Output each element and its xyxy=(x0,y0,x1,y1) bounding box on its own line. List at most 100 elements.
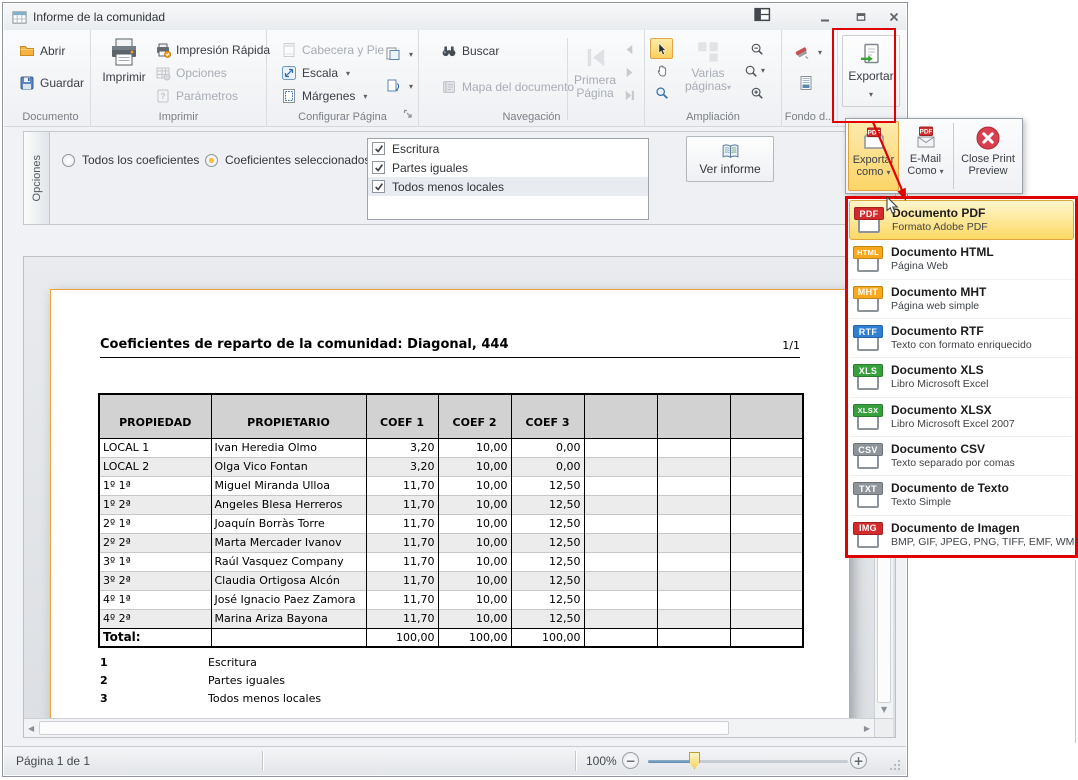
cell-coef: 11,70 xyxy=(366,476,438,495)
guardar-button[interactable]: Guardar xyxy=(17,74,86,92)
zoom-in-statusbar-button[interactable]: + xyxy=(850,752,867,769)
radio-icon[interactable] xyxy=(62,154,75,167)
zoom-select-tool-button[interactable] xyxy=(650,82,673,103)
export-menu-item-txt[interactable]: TXTDocumento de TextoTexto Simple xyxy=(849,476,1074,515)
email-como-button[interactable]: PDF E-Mail Como xyxy=(900,121,951,191)
opciones-button[interactable]: Opciones xyxy=(153,64,229,82)
printer-icon xyxy=(108,36,140,68)
horizontal-scrollbar-thumb[interactable] xyxy=(39,721,729,735)
export-menu-item-rtf[interactable]: RTFDocumento RTFTexto con formato enriqu… xyxy=(849,319,1074,358)
radio-todos-label: Todos los coeficientes xyxy=(82,153,199,167)
column-header xyxy=(730,394,803,438)
paper-size-icon xyxy=(385,46,401,62)
orientation-dropdown[interactable] xyxy=(383,77,415,95)
page-status-label: Página 1 de 1 xyxy=(16,754,90,768)
ver-informe-button[interactable]: Ver informe xyxy=(686,136,774,182)
options-grid-icon xyxy=(155,65,171,81)
email-como-label-1: E-Mail xyxy=(910,153,941,165)
menu-item-subtitle: Libro Microsoft Excel 2007 xyxy=(891,417,1015,431)
close-print-preview-button[interactable]: Close Print Preview xyxy=(956,121,1020,191)
checkbox-checked-icon[interactable] xyxy=(372,142,385,155)
zoom-slider-track[interactable] xyxy=(648,760,848,763)
cell-propiedad: 2º 1ª xyxy=(99,514,211,533)
close-preview-label-1: Close Print xyxy=(961,153,1015,165)
column-header: COEF 3 xyxy=(511,394,584,438)
exportar-como-button[interactable]: PDF Exportar como xyxy=(848,121,899,191)
export-menu-item-img[interactable]: IMGDocumento de ImagenBMP, GIF, JPEG, PN… xyxy=(849,516,1074,554)
coefficient-option[interactable]: Todos menos locales xyxy=(368,177,648,196)
imprimir-button[interactable]: Imprimir xyxy=(101,36,147,84)
resize-grip[interactable] xyxy=(889,759,901,771)
menu-item-subtitle: Formato Adobe PDF xyxy=(892,220,988,234)
close-button[interactable] xyxy=(883,9,905,24)
layout-icon[interactable] xyxy=(754,7,771,22)
cell-empty xyxy=(584,438,657,457)
menu-item-title: Documento XLS xyxy=(891,363,988,377)
zoom-dropdown-button[interactable] xyxy=(743,60,766,81)
escala-button[interactable]: Escala xyxy=(279,64,352,82)
margenes-button[interactable]: Márgenes xyxy=(279,87,369,105)
cell-coef: 10,00 xyxy=(438,514,511,533)
footnotes: 1Escritura2Partes iguales3Todos menos lo… xyxy=(100,653,321,707)
hand-tool-button[interactable] xyxy=(650,60,673,81)
radio-coeficientes-seleccionados[interactable]: Coeficientes seleccionados xyxy=(205,153,370,167)
export-menu-item-xlsx[interactable]: XLSXDocumento XLSXLibro Microsoft Excel … xyxy=(849,398,1074,437)
export-menu-item-mht[interactable]: MHTDocumento MHTPágina web simple xyxy=(849,280,1074,319)
radio-selected-icon[interactable] xyxy=(205,154,218,167)
menu-item-text: Documento MHTPágina web simple xyxy=(891,285,986,313)
column-header: PROPIEDAD xyxy=(99,394,211,438)
last-page-icon[interactable] xyxy=(623,89,636,102)
paper-size-dropdown[interactable] xyxy=(383,45,415,63)
cell-empty xyxy=(584,628,657,647)
parametros-button[interactable]: ? Parámetros xyxy=(153,87,240,105)
cell-coef: 11,70 xyxy=(366,533,438,552)
zoom-in-button[interactable] xyxy=(745,82,768,103)
hand-icon xyxy=(655,64,669,78)
radio-todos-coeficientes[interactable]: Todos los coeficientes xyxy=(62,153,199,167)
export-menu-item-csv[interactable]: CSVDocumento CSVTexto separado por comas xyxy=(849,437,1074,476)
zoom-in-icon xyxy=(750,86,764,100)
pointer-tool-button[interactable] xyxy=(650,38,673,59)
table-row: 1º 2ªAngeles Blesa Herreros11,7010,0012,… xyxy=(99,495,803,514)
previous-page-icon[interactable] xyxy=(623,43,636,56)
mapa-documento-button[interactable]: Mapa del documento xyxy=(439,78,576,96)
coefficient-option[interactable]: Partes iguales xyxy=(368,158,648,177)
header-footer-icon xyxy=(281,42,297,58)
checkbox-label: Escritura xyxy=(392,142,439,156)
scroll-right-icon[interactable]: ▶ xyxy=(864,725,870,733)
menu-item-subtitle: Texto separado por comas xyxy=(891,456,1015,470)
impresion-rapida-button[interactable]: Impresión Rápida xyxy=(153,41,272,59)
primera-pagina-label-2: Página xyxy=(576,87,613,100)
zoom-out-button[interactable] xyxy=(745,38,768,59)
file-type-badge: PDF xyxy=(854,207,884,220)
cell-empty xyxy=(657,552,730,571)
restore-button[interactable] xyxy=(850,9,872,24)
watermark-button[interactable] xyxy=(792,43,824,61)
cabecera-pie-button[interactable]: Cabecera y Pie xyxy=(279,41,386,59)
checkbox-checked-icon[interactable] xyxy=(372,161,385,174)
varias-paginas-button[interactable]: Varias páginas xyxy=(678,40,738,94)
ribbon-group-configurar-pagina: Cabecera y Pie Escala Márgenes Configura… xyxy=(267,30,419,126)
scroll-down-icon[interactable]: ▼ xyxy=(881,706,887,714)
scroll-left-icon[interactable]: ◀ xyxy=(28,725,34,733)
export-menu-item-pdf[interactable]: PDFDocumento PDFFormato Adobe PDF xyxy=(849,200,1074,240)
close-preview-label-2: Preview xyxy=(968,165,1007,177)
coefficient-option[interactable]: Escritura xyxy=(368,139,648,158)
open-folder-icon xyxy=(19,43,35,59)
abrir-button[interactable]: Abrir xyxy=(17,42,67,60)
export-menu-item-xls[interactable]: XLSDocumento XLSLibro Microsoft Excel xyxy=(849,358,1074,397)
minimize-button[interactable] xyxy=(814,9,836,24)
zoom-slider-thumb[interactable] xyxy=(689,752,700,769)
zoom-out-statusbar-button[interactable]: − xyxy=(622,752,639,769)
primera-pagina-button[interactable]: Primera Página xyxy=(571,44,619,100)
cell-empty xyxy=(584,552,657,571)
page-color-button[interactable] xyxy=(796,74,816,92)
horizontal-scrollbar[interactable]: ◀ ▶ xyxy=(24,718,874,737)
export-menu-item-html[interactable]: HTMLDocumento HTMLPágina Web xyxy=(849,240,1074,279)
coefficients-listbox[interactable]: Escritura Partes igualesTodos menos local… xyxy=(367,138,649,220)
checkbox-checked-icon[interactable] xyxy=(372,180,385,193)
cell-empty xyxy=(584,590,657,609)
buscar-button[interactable]: Buscar xyxy=(439,42,501,60)
next-page-icon[interactable] xyxy=(623,66,636,79)
file-type-badge: RTF xyxy=(853,325,883,338)
